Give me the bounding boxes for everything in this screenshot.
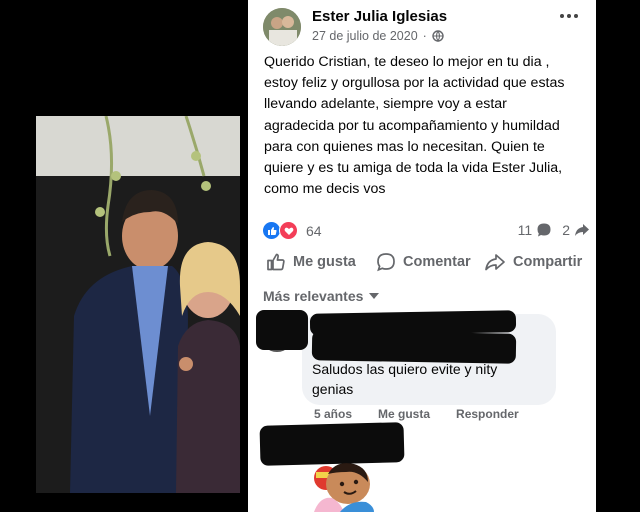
comment-reply-link[interactable]: Responder — [456, 407, 519, 421]
share-button-label: Compartir — [513, 254, 583, 270]
globe-icon — [432, 30, 444, 42]
comment-count-link[interactable]: 11 — [518, 222, 553, 238]
comment-bubble-icon — [537, 223, 551, 237]
comment-sort-dropdown[interactable]: Más relevantes — [263, 288, 380, 304]
comment-count: 11 — [517, 222, 533, 238]
post-actions: Me gusta Comentar Compartir — [248, 252, 596, 276]
comment-like-link[interactable]: Me gusta — [378, 407, 430, 421]
share-count-link[interactable]: 2 — [562, 222, 590, 238]
like-button[interactable]: Me gusta — [266, 252, 356, 272]
post-date[interactable]: 27 de julio de 2020 — [312, 29, 418, 43]
comment-button[interactable]: Comentar — [376, 252, 471, 272]
hug-sticker — [314, 463, 374, 512]
thumbs-up-icon — [267, 253, 285, 271]
comment-text: Saludos las quiero evite y nity genias — [312, 361, 498, 397]
avatar-image — [263, 8, 301, 46]
caret-down-icon — [369, 293, 380, 299]
share-icon — [485, 254, 505, 271]
share-count: 2 — [562, 222, 570, 238]
share-arrow-icon — [575, 224, 589, 236]
reaction-summary[interactable]: 64 — [262, 221, 322, 240]
share-button[interactable]: Compartir — [484, 252, 582, 272]
love-reaction-icon — [279, 221, 298, 240]
comment-sort-label: Más relevantes — [263, 288, 364, 304]
comment-meta: 5 años Me gusta Responder — [314, 407, 519, 421]
more-options-icon[interactable] — [560, 14, 578, 18]
comment-button-label: Comentar — [403, 254, 471, 270]
author-name[interactable]: Ester Julia Iglesias — [312, 8, 447, 25]
reaction-count: 64 — [306, 222, 322, 239]
comment-icon — [377, 253, 395, 272]
author-avatar[interactable] — [263, 8, 301, 46]
post-meta: 27 de julio de 2020 · — [312, 29, 444, 43]
photo — [36, 116, 240, 493]
photo-image — [36, 116, 240, 493]
post-card: Ester Julia Iglesias 27 de julio de 2020… — [248, 0, 596, 512]
post-text: Querido Cristian, te deseo lo mejor en t… — [264, 54, 565, 198]
comment-time[interactable]: 5 años — [314, 407, 352, 421]
like-button-label: Me gusta — [293, 254, 356, 270]
engagement-counts: 11 2 — [518, 222, 590, 238]
redaction-mark — [256, 310, 308, 350]
